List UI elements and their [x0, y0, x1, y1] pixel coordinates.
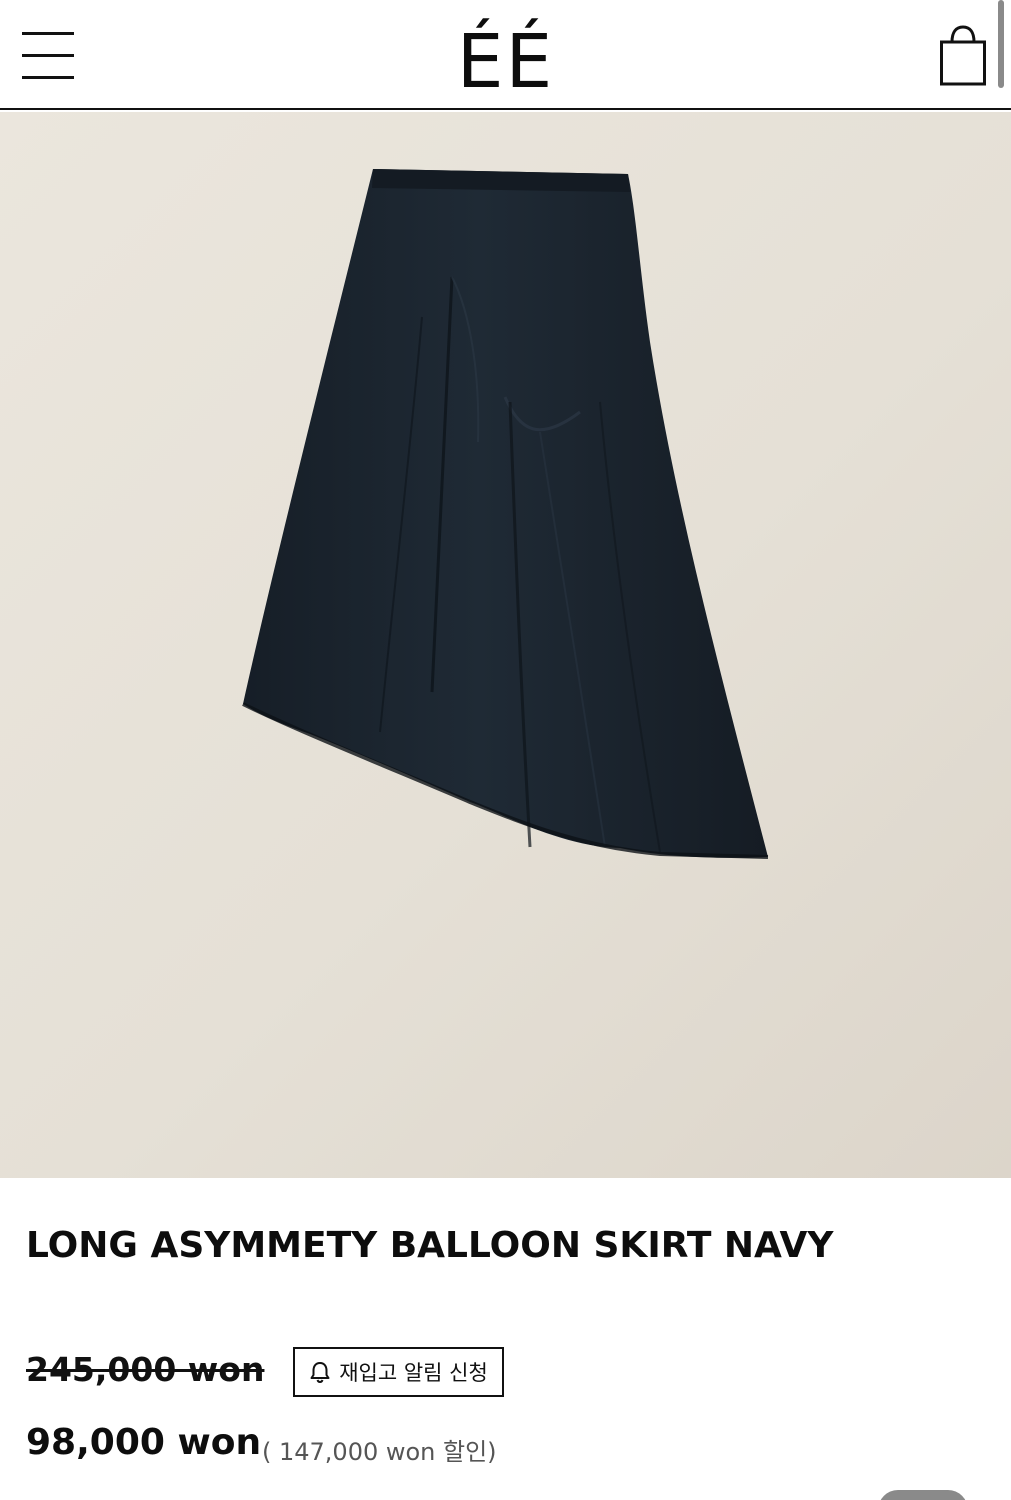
floating-button-edge[interactable]: [878, 1490, 968, 1500]
brand-logo[interactable]: ÉÉ: [0, 22, 1011, 102]
restock-alert-button[interactable]: 재입고 알림 신청: [293, 1347, 504, 1397]
sale-price: 98,000 won: [26, 1422, 262, 1463]
shopping-bag-icon[interactable]: [938, 22, 988, 88]
restock-alert-label: 재입고 알림 신청: [339, 1361, 488, 1385]
top-header: ÉÉ: [0, 0, 1011, 110]
product-image[interactable]: [0, 112, 1011, 1178]
bell-icon: [309, 1360, 331, 1384]
skirt-illustration: [242, 169, 769, 859]
discount-amount: ( 147,000 won 할인): [262, 1438, 497, 1466]
original-price: 245,000 won: [26, 1350, 265, 1389]
product-title: LONG ASYMMETY BALLOON SKIRT NAVY: [26, 1225, 834, 1266]
scrollbar-thumb[interactable]: [998, 0, 1004, 88]
